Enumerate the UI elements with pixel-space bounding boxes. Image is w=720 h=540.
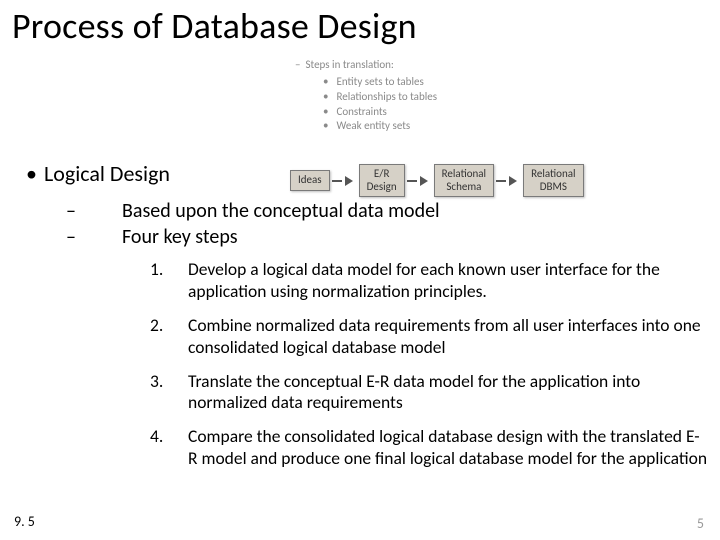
- step-item: Entity sets to tables: [323, 75, 437, 90]
- list-text: Translate the conceptual E-R data model …: [188, 370, 640, 414]
- list-number: 2.: [150, 315, 163, 337]
- bullet-lvl2: Based upon the conceptual data model: [122, 199, 708, 223]
- list-item: 3. Translate the conceptual E-R data mod…: [150, 371, 708, 415]
- list-text: Develop a logical data model for each kn…: [188, 258, 660, 302]
- steps-list: Entity sets to tables Relationships to t…: [323, 75, 437, 134]
- bullet-lvl2: Four key steps: [122, 225, 708, 249]
- steps-block: – Steps in translation: Entity sets to t…: [295, 58, 437, 134]
- footer-left: 9. 5: [14, 513, 35, 530]
- slide-number: 5: [697, 515, 704, 532]
- slide-title: Process of Database Design: [0, 0, 720, 48]
- list-item: 1. Develop a logical data model for each…: [150, 259, 708, 303]
- body-content: Logical Design Based upon the conceptual…: [12, 160, 708, 482]
- list-number: 3.: [150, 371, 163, 393]
- step-item: Constraints: [323, 105, 437, 120]
- numbered-list: 1. Develop a logical data model for each…: [150, 259, 708, 470]
- list-number: 4.: [150, 426, 163, 448]
- list-text: Compare the consolidated logical databas…: [188, 425, 707, 469]
- step-item: Relationships to tables: [323, 90, 437, 105]
- list-text: Combine normalized data requirements fro…: [188, 314, 701, 358]
- steps-header: – Steps in translation:: [295, 58, 437, 73]
- step-item: Weak entity sets: [323, 119, 437, 134]
- bullet-lvl1: Logical Design: [44, 160, 708, 187]
- slide: Process of Database Design – Steps in tr…: [0, 0, 720, 540]
- list-item: 2. Combine normalized data requirements …: [150, 315, 708, 359]
- steps-header-text: Steps in translation:: [305, 58, 393, 71]
- list-item: 4. Compare the consolidated logical data…: [150, 426, 708, 470]
- list-number: 1.: [150, 259, 163, 281]
